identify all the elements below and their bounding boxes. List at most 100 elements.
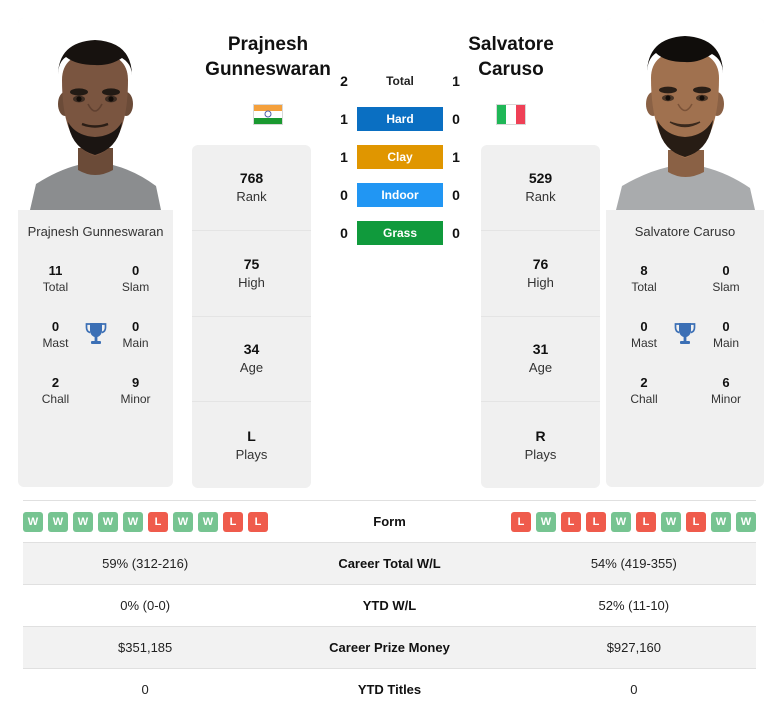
trophy-icon (668, 322, 702, 346)
info-age-value-left: 34 (243, 341, 260, 358)
info-rank-right: 529 Rank (481, 145, 600, 231)
headline-last-name-left: Gunneswaran (205, 59, 331, 80)
h2h-grass-bar[interactable]: Grass (357, 221, 443, 245)
ytd-wl-left: 0% (0-0) (120, 598, 171, 613)
titles-slam-value-left: 0 (131, 262, 140, 278)
headline-first-name-right: Salvatore (468, 34, 554, 55)
table-row-career-total-wl: 59% (312-216) Career Total W/L 54% (419-… (23, 543, 756, 584)
form-badges-left: WWWWWLWWLL (23, 511, 268, 532)
h2h-clay-right-score: 1 (452, 149, 460, 165)
trophy-icon-glyph (85, 323, 106, 344)
info-rank-label-right: Rank (525, 188, 556, 204)
titles-slam-right: 0 Slam (702, 262, 750, 295)
titles-chall-left: 2 Chall (32, 374, 79, 407)
form-badge-loss: L (636, 511, 656, 532)
h2h-hard-bar[interactable]: Hard (357, 107, 443, 131)
career-prize-money-label: Career Prize Money (329, 640, 450, 655)
h2h-indoor-bar[interactable]: Indoor (357, 183, 443, 207)
titles-minor-left: 9 Minor (112, 374, 159, 407)
titles-total-label-left: Total (42, 279, 69, 294)
comparison-stats-table: WWWWWLWWLL Form LWLLWLWLWW 59% (312-216)… (0, 500, 779, 710)
ytd-wl-label: YTD W/L (362, 598, 417, 613)
h2h-total-left-score: 2 (340, 73, 348, 89)
info-rank-label-left: Rank (236, 188, 267, 204)
info-age-label-right: Age (528, 360, 553, 376)
table-row-ytd-wl: 0% (0-0) YTD W/L 52% (11-10) (23, 585, 756, 626)
titles-slam-left: 0 Slam (112, 262, 159, 295)
info-age-label-left: Age (239, 360, 264, 376)
headline-first-name-left: Prajnesh (227, 34, 309, 55)
titles-row-mast-main-right: 0 Mast 0 Main (606, 306, 764, 362)
player-portrait-left-image (18, 18, 173, 210)
h2h-indoor-right-score: 0 (452, 187, 460, 203)
form-badge-win: W (173, 511, 193, 532)
career-prize-money-left: $351,185 (118, 640, 173, 655)
career-total-wl-left: 59% (312-216) (102, 556, 189, 571)
player-comparison-page: Prajnesh Gunneswaran 11 Total 0 Slam 0 M… (0, 0, 779, 719)
form-badge-loss: L (511, 511, 531, 532)
titles-stats-right: 8 Total 0 Slam 0 Mast 0 Main 2 Chall 6 M… (606, 242, 764, 418)
player-photo-right (606, 18, 764, 210)
career-total-wl-right: 54% (419-355) (590, 556, 677, 571)
info-high-value-left: 75 (243, 255, 260, 272)
career-total-wl-label: Career Total W/L (338, 556, 441, 571)
titles-slam-value-right: 0 (722, 262, 730, 278)
titles-mast-label-left: Mast (42, 335, 69, 350)
info-age-value-right: 31 (532, 341, 549, 358)
player-card-right[interactable]: Salvatore Caruso 8 Total 0 Slam 0 Mast 0… (606, 18, 764, 487)
titles-row-chall-minor-right: 2 Chall 6 Minor (606, 362, 764, 418)
titles-minor-right: 6 Minor (702, 374, 750, 407)
h2h-indoor-left-score: 0 (340, 187, 348, 203)
titles-row-chall-minor-left: 2 Chall 9 Minor (18, 362, 173, 418)
titles-mast-value-right: 0 (640, 318, 648, 334)
titles-chall-value-right: 2 (640, 374, 648, 390)
form-badge-win: W (711, 511, 731, 532)
info-plays-left: L Plays (192, 402, 311, 488)
titles-chall-value-left: 2 (51, 374, 60, 390)
titles-chall-right: 2 Chall (620, 374, 668, 407)
form-badge-loss: L (223, 511, 243, 532)
titles-mast-right: 0 Mast (620, 318, 668, 351)
info-high-label-right: High (527, 274, 554, 290)
form-badge-list-right: LWLLWLWLWW (511, 511, 756, 532)
titles-mast-label-right: Mast (630, 335, 657, 350)
h2h-row-indoor: 0 Indoor 0 (325, 176, 475, 214)
form-badge-list-left: WWWWWLWWLL (23, 511, 268, 532)
info-plays-right: R Plays (481, 402, 600, 488)
table-row-career-prize-money: $351,185 Career Prize Money $927,160 (23, 627, 756, 668)
info-high-value-right: 76 (532, 255, 549, 272)
titles-minor-label-right: Minor (710, 391, 741, 406)
titles-total-value-right: 8 (640, 262, 648, 278)
info-high-label-left: High (238, 274, 265, 290)
info-high-left: 75 High (192, 231, 311, 317)
trophy-icon-glyph (674, 323, 696, 344)
titles-stats-left: 11 Total 0 Slam 0 Mast 0 Main 2 Chall 9 … (18, 242, 173, 418)
h2h-total-label: Total (386, 74, 414, 88)
head-to-head-bars: 2 Total 1 1 Hard 0 1 Clay 1 0 Indoor 0 0 (325, 62, 475, 252)
titles-slam-label-left: Slam (121, 279, 150, 294)
titles-mast-left: 0 Mast (32, 318, 79, 351)
info-age-right: 31 Age (481, 317, 600, 403)
form-badge-win: W (48, 511, 68, 532)
info-plays-value-right: R (535, 427, 546, 444)
form-badges-right: LWLLWLWLWW (511, 511, 756, 532)
ashoka-chakra-icon (264, 110, 272, 118)
titles-chall-label-right: Chall (630, 391, 658, 406)
titles-minor-value-right: 6 (722, 374, 730, 390)
titles-main-label-left: Main (122, 335, 149, 350)
form-badge-loss: L (561, 511, 581, 532)
form-badge-loss: L (148, 511, 168, 532)
titles-total-right: 8 Total (620, 262, 668, 295)
titles-total-value-left: 11 (48, 262, 63, 278)
h2h-clay-bar[interactable]: Clay (357, 145, 443, 169)
info-rank-value-left: 768 (239, 169, 264, 186)
titles-slam-label-right: Slam (712, 279, 740, 294)
titles-row-total-slam-left: 11 Total 0 Slam (18, 250, 173, 306)
h2h-hard-right-score: 0 (452, 111, 460, 127)
ytd-wl-right: 52% (11-10) (598, 598, 670, 613)
player-card-left[interactable]: Prajnesh Gunneswaran 11 Total 0 Slam 0 M… (18, 18, 173, 487)
table-row-form: WWWWWLWWLL Form LWLLWLWLWW (23, 501, 756, 542)
form-badge-win: W (198, 511, 218, 532)
titles-minor-value-left: 9 (131, 374, 140, 390)
italy-flag-stripes (497, 105, 525, 124)
